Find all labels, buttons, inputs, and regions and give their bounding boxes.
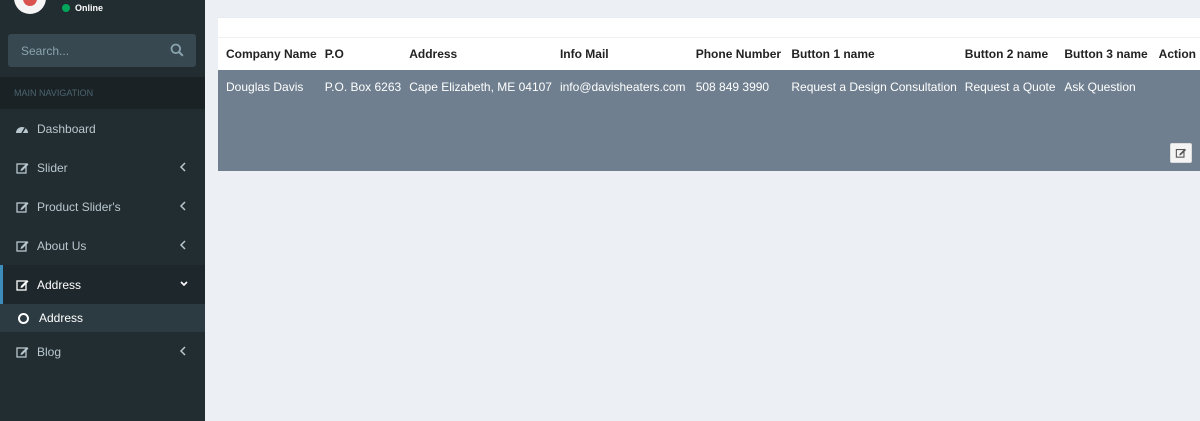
sidebar-item-slider[interactable]: Slider <box>0 148 205 187</box>
column-header: Address <box>405 37 556 70</box>
table-cell: Request a Design Consultation <box>787 69 961 171</box>
sidebar-item-product-sliders[interactable]: Product Slider's <box>0 187 205 226</box>
table-cell: P.O. Box 6263 <box>320 69 406 171</box>
edit-icon <box>15 200 29 214</box>
edit-icon <box>1175 148 1187 158</box>
edit-button[interactable] <box>1170 142 1192 163</box>
chevron-left-icon <box>179 161 189 173</box>
table-cell: Request a Quote <box>960 69 1061 171</box>
address-table: Company Name P.O Address Info Mail Phone… <box>218 37 1200 171</box>
table-cell: info@davisheaters.com <box>555 69 692 171</box>
chevron-left-icon <box>179 345 189 357</box>
sidebar-item-blog[interactable]: Blog <box>0 332 205 371</box>
sidebar-item-dashboard[interactable]: Dashboard <box>0 109 205 148</box>
column-header: Button 3 name <box>1060 37 1155 70</box>
table-cell: Ask Question <box>1060 69 1155 171</box>
online-dot-icon <box>62 4 70 12</box>
sidebar-search <box>8 34 196 67</box>
sidebar-item-label: About Us <box>37 238 87 253</box>
sidebar-subitem-label: Address <box>39 311 84 325</box>
sidebar-subitem-address[interactable]: Address <box>0 304 205 332</box>
edit-icon <box>15 345 29 359</box>
table-header-row: Company Name P.O Address Info Mail Phone… <box>218 37 1200 70</box>
avatar[interactable] <box>14 0 46 14</box>
edit-icon <box>15 278 29 292</box>
sidebar-item-label: Slider <box>37 160 68 175</box>
sidebar-item-label: Blog <box>37 344 62 359</box>
action-cell <box>1154 69 1200 171</box>
sidebar-item-about-us[interactable]: About Us <box>0 226 205 265</box>
status-label: Online <box>75 3 104 13</box>
column-header: Info Mail <box>555 37 692 70</box>
column-header: Button 1 name <box>787 37 961 70</box>
column-header: Phone Number <box>691 37 788 70</box>
search-icon[interactable] <box>170 43 186 59</box>
search-input[interactable] <box>8 34 158 67</box>
edit-icon <box>15 239 29 253</box>
sidebar-item-label: Product Slider's <box>37 199 121 214</box>
column-header: P.O <box>320 37 406 70</box>
edit-icon <box>15 161 29 175</box>
chevron-left-icon <box>179 239 189 251</box>
table-cell: 508 849 3990 <box>691 69 788 171</box>
chevron-down-icon <box>179 278 189 290</box>
column-header: Action <box>1154 37 1200 70</box>
main-content: Company Name P.O Address Info Mail Phone… <box>205 0 1200 421</box>
online-status: Online <box>62 3 103 13</box>
circle-icon <box>18 312 29 324</box>
sidebar: Online MAIN NAVIGATION Dashboard Slider … <box>0 0 205 421</box>
sidebar-item-label: Dashboard <box>37 121 96 136</box>
table-cell: Cape Elizabeth, ME 04107 <box>405 69 556 171</box>
table-row[interactable]: Douglas Davis P.O. Box 6263 Cape Elizabe… <box>218 69 1200 171</box>
address-table-box: Company Name P.O Address Info Mail Phone… <box>218 17 1200 171</box>
table-cell: Douglas Davis <box>218 69 321 171</box>
sidebar-item-address[interactable]: Address <box>0 265 205 304</box>
sidebar-item-label: Address <box>37 277 82 292</box>
column-header: Button 2 name <box>960 37 1061 70</box>
user-panel: Online <box>0 0 205 24</box>
chevron-left-icon <box>179 200 189 212</box>
column-header: Company Name <box>218 37 321 70</box>
dashboard-icon <box>15 122 29 136</box>
nav-header: MAIN NAVIGATION <box>0 77 205 109</box>
